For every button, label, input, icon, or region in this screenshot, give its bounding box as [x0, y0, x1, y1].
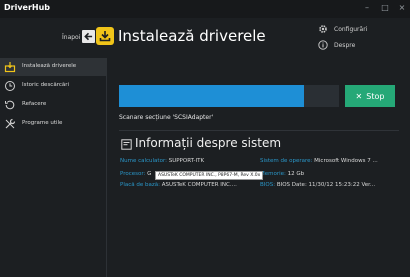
info-key: Placă de bază: — [120, 182, 160, 188]
install-icon — [4, 62, 16, 73]
settings-label: Configurări — [334, 25, 368, 33]
motherboard-row: Placă de bază: ASUSTeK COMPUTER INC.... — [120, 182, 237, 188]
app-title: DriverHub — [4, 3, 51, 12]
back-button[interactable] — [82, 30, 95, 43]
sidebar-item-download-history[interactable]: Istoric descărcări — [0, 77, 107, 95]
divider — [119, 130, 399, 131]
about-link[interactable]: Despre — [318, 40, 355, 50]
info-value: BIOS Date: 11/30/12 15:23:22 Ver... — [276, 182, 376, 188]
close-icon: ✕ — [355, 91, 363, 101]
restore-icon — [5, 100, 15, 110]
header: Înapoi Instalează driverele Configurări … — [0, 18, 410, 58]
processor-row: Procesor: G — [120, 171, 151, 177]
scan-progress-fill — [119, 85, 304, 107]
system-info-title: Informații despre sistem — [135, 136, 282, 150]
tools-icon — [5, 118, 16, 129]
title-bar: DriverHub – □ × — [0, 0, 410, 18]
settings-link[interactable]: Configurări — [318, 24, 367, 34]
about-label: Despre — [334, 41, 356, 49]
info-key: Procesor: — [120, 171, 146, 177]
sidebar-item-useful-programs[interactable]: Programe utile — [0, 115, 107, 133]
sidebar-item-restore[interactable]: Refacere — [0, 96, 107, 114]
scan-status-text: Scanare secțiune 'SCSIAdapter' — [119, 114, 214, 121]
sidebar-item-label: Instalează driverele — [22, 63, 77, 69]
info-value: G — [147, 171, 152, 177]
install-driver-icon — [96, 27, 114, 45]
info-value: ASUSTeK COMPUTER INC.... — [161, 182, 237, 188]
sidebar-item-label: Istoric descărcări — [22, 82, 70, 88]
computer-name-row: Nume calculator: SUPPORT-ITK — [120, 158, 204, 164]
sidebar-item-install-drivers[interactable]: Instalează driverele — [0, 58, 107, 76]
sidebar: Instalează driverele Istoric descărcări … — [0, 58, 107, 277]
maximize-button[interactable]: □ — [380, 3, 390, 12]
info-value: 12 Gb — [287, 171, 305, 177]
back-label[interactable]: Înapoi — [62, 34, 80, 41]
info-value: SUPPORT-ITK — [168, 158, 205, 164]
main-content: ✕ Stop Scanare secțiune 'SCSIAdapter' In… — [107, 58, 410, 277]
page-title: Instalează driverele — [118, 27, 266, 45]
info-key: Nume calculator: — [120, 158, 167, 164]
os-row: Sistem de operare: Microsoft Windows 7 .… — [260, 158, 378, 164]
minimize-button[interactable]: – — [362, 3, 372, 12]
info-key: Memorie: — [260, 171, 286, 177]
bios-row: BIOS: BIOS Date: 11/30/12 15:23:22 Ver..… — [260, 182, 375, 188]
scan-progress-bar — [119, 85, 339, 107]
stop-button[interactable]: ✕ Stop — [345, 85, 395, 107]
info-key: BIOS: — [260, 182, 276, 188]
sidebar-item-label: Programe utile — [22, 120, 63, 126]
history-icon — [5, 81, 15, 91]
info-key: Sistem de operare: — [260, 158, 313, 164]
system-info-icon — [121, 139, 132, 150]
info-value: Microsoft Windows 7 ... — [314, 158, 378, 164]
close-button[interactable]: × — [397, 3, 407, 12]
processor-tooltip: ASUSTeK COMPUTER INC., P8P67-M, Rev X.0x — [155, 171, 264, 180]
sidebar-item-label: Refacere — [22, 101, 47, 107]
gear-icon — [319, 25, 327, 33]
info-icon — [318, 40, 328, 50]
arrow-left-icon — [84, 32, 93, 41]
memory-row: Memorie: 12 Gb — [260, 171, 304, 177]
stop-label: Stop — [366, 91, 385, 101]
